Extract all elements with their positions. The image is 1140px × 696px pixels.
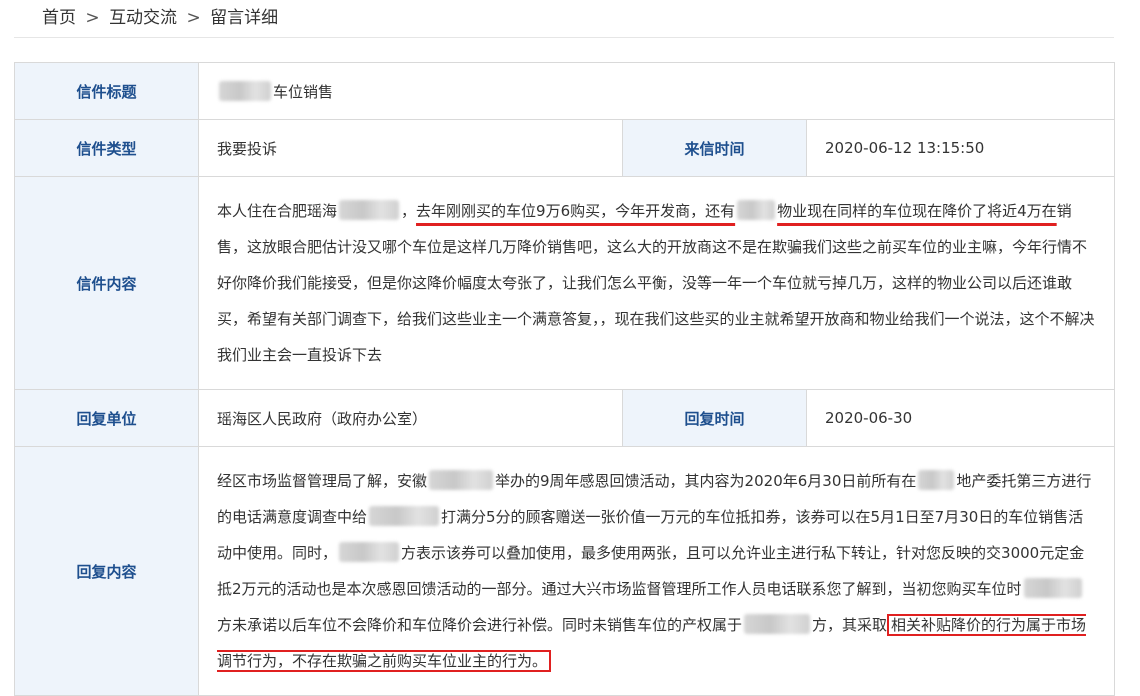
letter-time-label: 来信时间 [622,119,807,177]
breadcrumb-divider [14,37,1114,38]
redacted-text [1023,578,1082,598]
redacted-text [429,470,494,490]
reply-time-value: 2020-06-30 [805,389,1116,447]
reply-content-cell: 经区市场监督管理局了解，安徽 举办的9周年感恩回馈活动，其内容为2020年6月30… [197,446,1116,696]
redacted-text [219,80,271,101]
row-reply-unit: 回复单位 瑶海区人民政府（政府办公室） 回复时间 2020-06-30 [14,389,1116,447]
reply-content-text: 经区市场监督管理局了解，安徽 举办的9周年感恩回馈活动，其内容为2020年6月30… [217,463,1096,679]
letter-content-text: 本人住在合肥瑶海 ，去年刚刚买的车位9万6购买，今年开发商，还有 物业现在同样的车位… [217,193,1096,373]
reply-time-label: 回复时间 [622,389,807,447]
letter-time-value: 2020-06-12 13:15:50 [805,119,1116,177]
reply-content-segment: 方未承诺以后车位不会降价和车位降价会进行补偿。同时未销售车位的产权属于 [217,616,743,634]
breadcrumb-section-link[interactable]: 互动交流 [109,8,177,28]
reply-unit-label: 回复单位 [14,389,199,447]
letter-type-value: 我要投诉 [198,119,623,177]
breadcrumb-home-link[interactable]: 首页 [42,8,76,28]
reply-content-label: 回复内容 [14,446,199,696]
letter-content-segment: 去年刚刚买的车位9万6购买，今年开发商，还有 [416,202,736,220]
row-reply-content: 回复内容 经区市场监督管理局了解，安徽 举办的9周年感恩回馈活动，其内容为2020… [14,446,1116,696]
message-detail-table: 信件标题 车位销售 信件类型 我要投诉 来信时间 2020-06-12 13:1… [14,62,1116,696]
redacted-text [918,470,955,490]
letter-type-label: 信件类型 [14,119,199,177]
letter-content-segment: 销售，这放眼合肥估计没又哪个车位是这样几万降价销售吧，这么大的开放商这不是在欺骗… [217,202,1095,364]
redacted-text [369,506,440,526]
redacted-text [744,614,811,634]
letter-content-cell: 本人住在合肥瑶海 ，去年刚刚买的车位9万6购买，今年开发商，还有 物业现在同样的车位… [197,176,1116,390]
letter-content-segment: ， [401,202,417,220]
letter-title-cell: 车位销售 [197,62,1116,120]
letter-content-segment: 物业现在同样的车位现在降价了将近4万在 [777,202,1057,220]
breadcrumb-separator: > [85,8,100,28]
letter-title-value: 车位销售 [273,82,334,101]
letter-content-highlight: 去年刚刚买的车位9万6购买，今年开发商，还有 物业现在同样的车位现在降价了将近4万… [416,200,1057,220]
breadcrumb-current: 留言详细 [210,8,279,28]
letter-content-label: 信件内容 [14,176,199,390]
breadcrumb-separator: > [186,8,201,28]
reply-content-segment: 方，其采取 [812,616,888,634]
breadcrumb: 首页 > 互动交流 > 留言详细 [42,4,278,32]
reply-unit-value: 瑶海区人民政府（政府办公室） [198,389,623,447]
redacted-text [339,542,400,562]
redacted-text [339,200,400,220]
row-letter-content: 信件内容 本人住在合肥瑶海 ，去年刚刚买的车位9万6购买，今年开发商，还有 物业现在… [14,176,1116,390]
reply-content-segment: 举办的9周年感恩回馈活动，其内容为2020年6月30日前所有在 [495,472,917,490]
letter-content-segment: 本人住在合肥瑶海 [217,202,338,220]
row-letter-title: 信件标题 车位销售 [14,62,1116,120]
reply-content-segment: 经区市场监督管理局了解，安徽 [217,472,428,490]
redacted-text [737,200,776,220]
row-letter-type: 信件类型 我要投诉 来信时间 2020-06-12 13:15:50 [14,119,1116,177]
letter-title-label: 信件标题 [14,62,199,120]
